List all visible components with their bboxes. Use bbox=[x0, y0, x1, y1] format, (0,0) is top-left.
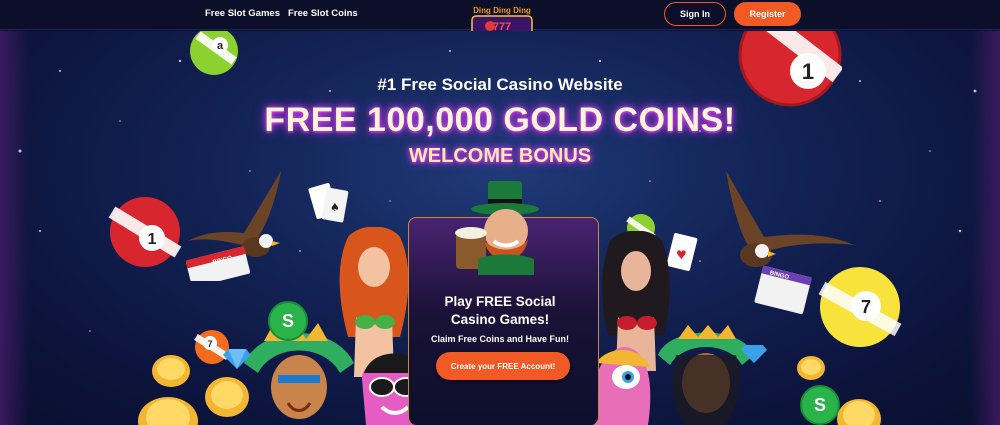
gold-coin-pile-icon bbox=[138, 397, 198, 425]
top-navigation-bar: Free Slot Games Free Slot Coins 777 Ding… bbox=[0, 0, 1000, 37]
sign-in-button[interactable]: Sign In bbox=[664, 2, 726, 26]
logo-wordmark: Ding Ding Ding bbox=[473, 6, 531, 15]
gold-coin-right-pile-icon bbox=[837, 399, 881, 425]
svg-text:♥: ♥ bbox=[676, 248, 687, 262]
gold-coin-right-icon bbox=[797, 356, 825, 380]
hero-heading: FREE 100,000 GOLD COINS! bbox=[264, 101, 736, 139]
bingo-ball-red-large-icon: 1 bbox=[738, 31, 842, 107]
eagle-left-icon: BINGO bbox=[186, 171, 281, 281]
svg-text:1: 1 bbox=[148, 231, 157, 248]
create-free-account-button[interactable]: Create your FREE Account! bbox=[436, 352, 570, 380]
gold-coin-large-icon bbox=[205, 377, 249, 417]
hero-banner: a 1 1 7 7 BINGO BINGO ♠ ♥ S S #1 Free So… bbox=[0, 31, 1000, 425]
sweeps-coin-green-right-icon: S bbox=[800, 385, 840, 425]
playing-cards-icon: ♠ bbox=[308, 183, 349, 223]
gold-coin-icon bbox=[152, 355, 190, 387]
hero-subheading: #1 Free Social Casino Website bbox=[377, 75, 623, 94]
promo-title-line-2: Casino Games! bbox=[450, 312, 550, 327]
svg-text:♠: ♠ bbox=[330, 201, 340, 214]
bingo-ball-green-icon: a bbox=[190, 31, 238, 75]
promo-card-title: Play FREE Social Casino Games! bbox=[0, 293, 1000, 329]
nav-link-free-slot-coins[interactable]: Free Slot Coins bbox=[288, 8, 358, 19]
bingo-ball-red-left-icon: 1 bbox=[108, 197, 182, 267]
register-button[interactable]: Register bbox=[734, 2, 801, 26]
nav-link-free-slot-games[interactable]: Free Slot Games bbox=[205, 8, 280, 19]
blue-diamond-icon bbox=[223, 349, 251, 369]
promo-title-line-1: Play FREE Social bbox=[444, 294, 556, 309]
promo-card-subtitle: Claim Free Coins and Have Fun! bbox=[430, 334, 570, 344]
svg-text:a: a bbox=[217, 40, 224, 52]
svg-text:S: S bbox=[814, 395, 826, 415]
welcome-bonus-heading: WELCOME BONUS bbox=[408, 145, 592, 167]
character-leprechaun bbox=[455, 181, 539, 275]
